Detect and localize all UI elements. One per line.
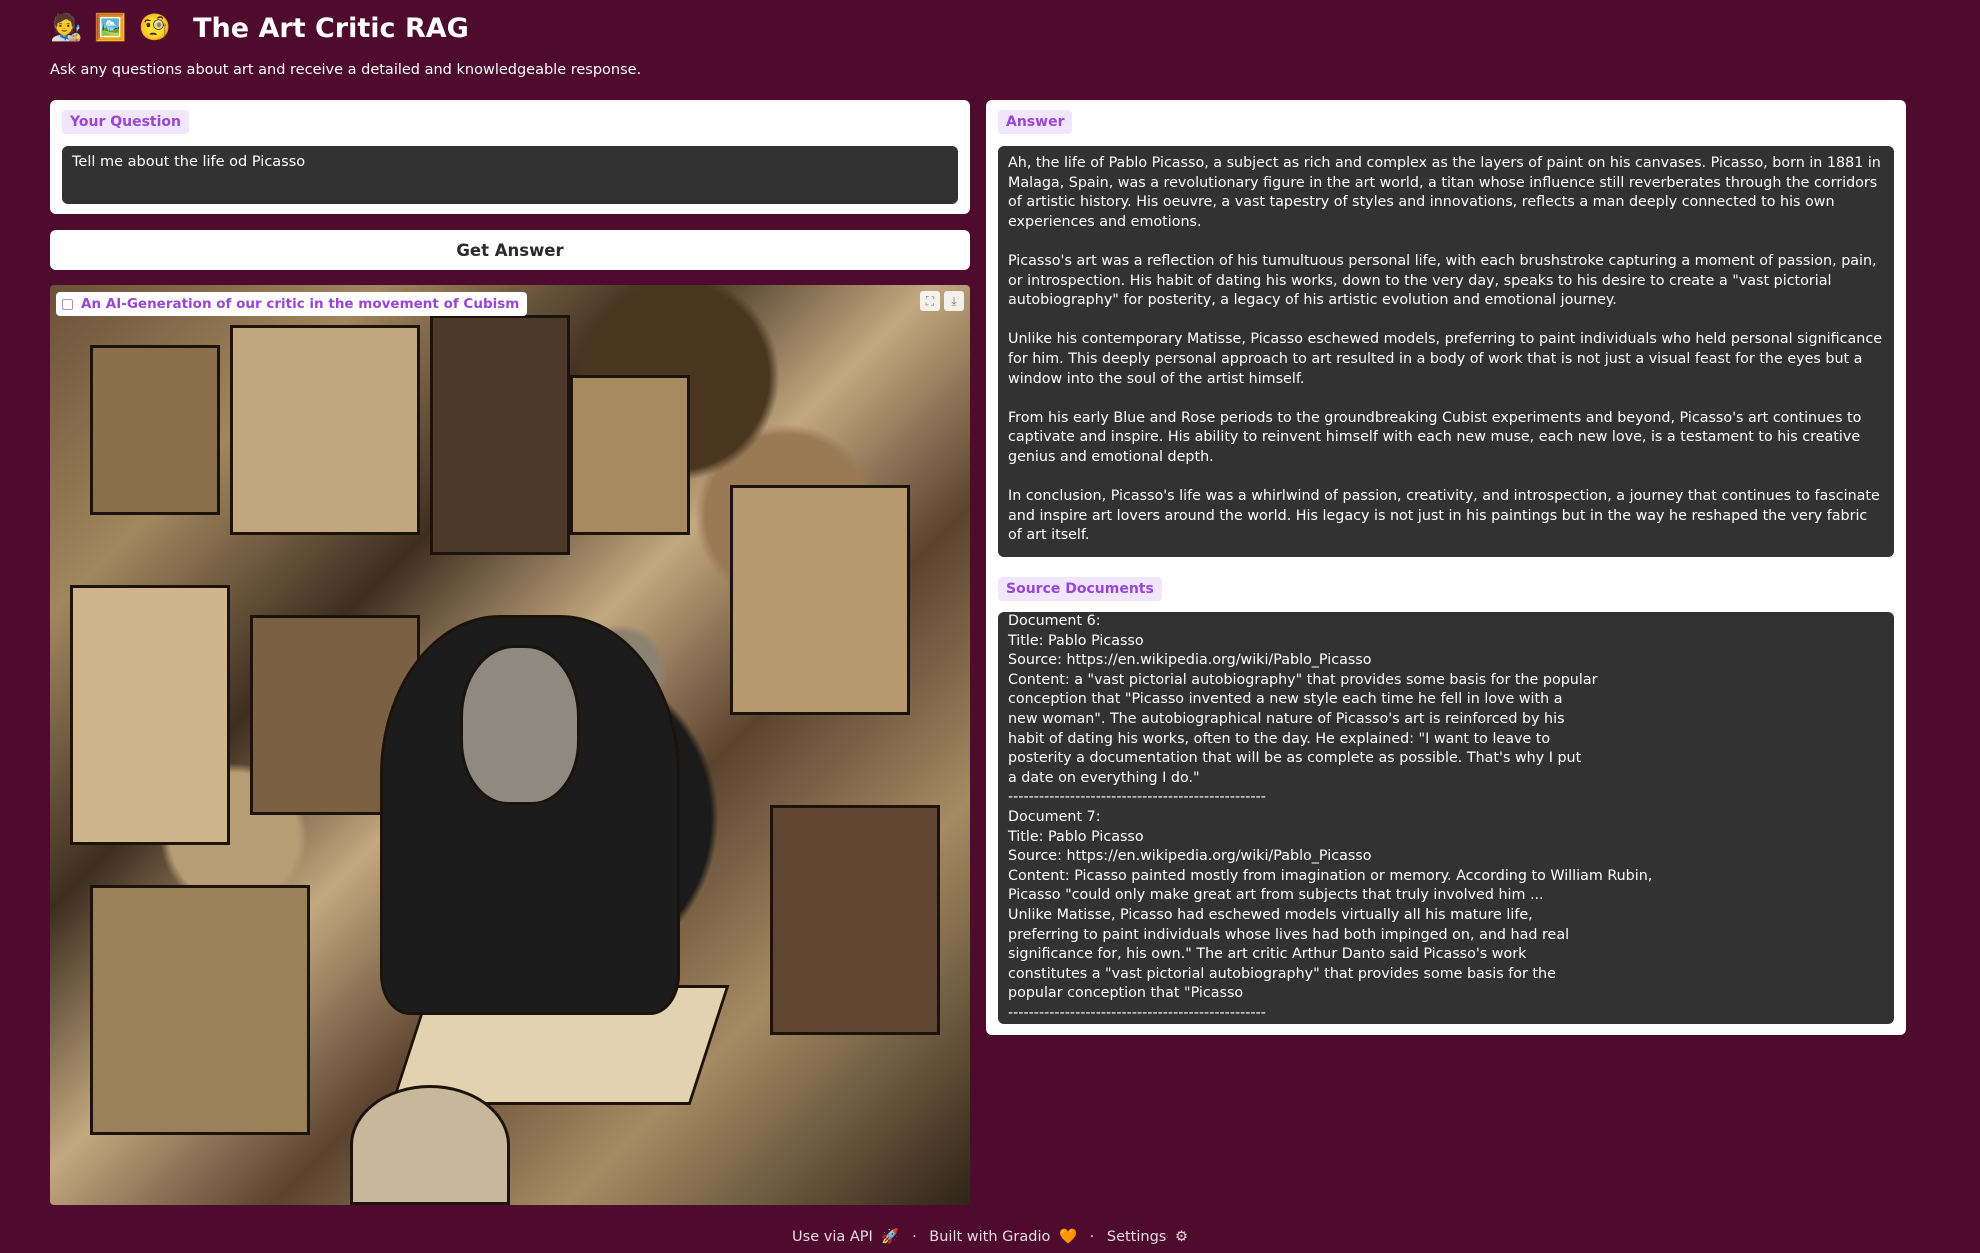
page-subtitle: Ask any questions about art and receive …	[50, 62, 642, 78]
use-via-api-link[interactable]: Use via API	[792, 1229, 873, 1245]
artist-emoji-icon: 🧑‍🎨	[50, 13, 83, 43]
image-label-text: An AI-Generation of our critic in the mo…	[81, 296, 520, 312]
image-icon	[62, 298, 73, 310]
gear-icon: ⚙	[1174, 1229, 1188, 1245]
image-shape	[90, 885, 310, 1135]
question-panel: Your Question Tell me about the life od …	[50, 100, 970, 214]
image-shape	[70, 585, 230, 845]
image-label: An AI-Generation of our critic in the mo…	[56, 292, 528, 316]
image-shape	[570, 375, 690, 535]
answer-panel: Answer Ah, the life of Pablo Picasso, a …	[986, 100, 1906, 1035]
get-answer-button[interactable]: Get Answer	[50, 230, 970, 270]
question-input[interactable]: Tell me about the life od Picasso	[62, 146, 958, 204]
page-title: The Art Critic RAG	[193, 12, 469, 44]
image-shape	[350, 1085, 510, 1205]
footer: Use via API 🚀 · Built with Gradio 🧡 · Se…	[0, 1228, 1980, 1245]
answer-paragraph: Unlike his contemporary Matisse, Picasso…	[1008, 331, 1882, 387]
rocket-icon: 🚀	[881, 1229, 900, 1245]
image-shape	[730, 485, 910, 715]
footer-separator: ·	[1089, 1229, 1095, 1245]
image-shape	[430, 315, 570, 555]
image-shape	[230, 325, 420, 535]
answer-output[interactable]: Ah, the life of Pablo Picasso, a subject…	[998, 146, 1894, 557]
source-documents-label: Source Documents	[998, 577, 1162, 601]
image-actions: ⛶ ⤓	[920, 291, 964, 311]
framed-picture-emoji-icon: 🖼️	[94, 13, 127, 43]
header: 🧑‍🎨 🖼️ 🧐 The Art Critic RAG	[50, 8, 469, 48]
answer-label: Answer	[998, 110, 1073, 134]
answer-paragraph: Picasso's art was a reflection of his tu…	[1008, 252, 1877, 309]
question-label: Your Question	[62, 110, 189, 134]
settings-link[interactable]: Settings	[1107, 1229, 1166, 1245]
built-with-gradio-link[interactable]: Built with Gradio	[929, 1229, 1050, 1245]
cubism-critic-image: An AI-Generation of our critic in the mo…	[50, 285, 970, 1205]
monocle-face-emoji-icon: 🧐	[138, 13, 172, 43]
image-shape	[770, 805, 940, 1035]
answer-paragraph: In conclusion, Picasso's life was a whir…	[1008, 488, 1880, 544]
answer-paragraph: Ah, the life of Pablo Picasso, a subject…	[1008, 155, 1881, 230]
source-documents-output[interactable]: Document 6: Title: Pablo Picasso Source:…	[998, 612, 1894, 1024]
download-icon[interactable]: ⤓	[944, 291, 964, 311]
image-shape	[460, 645, 580, 805]
image-shape	[90, 345, 220, 515]
answer-paragraph: From his early Blue and Rose periods to …	[1008, 409, 1862, 465]
footer-separator: ·	[912, 1229, 917, 1245]
fullscreen-icon[interactable]: ⛶	[920, 291, 940, 311]
gradio-logo-icon: 🧡	[1058, 1229, 1078, 1245]
